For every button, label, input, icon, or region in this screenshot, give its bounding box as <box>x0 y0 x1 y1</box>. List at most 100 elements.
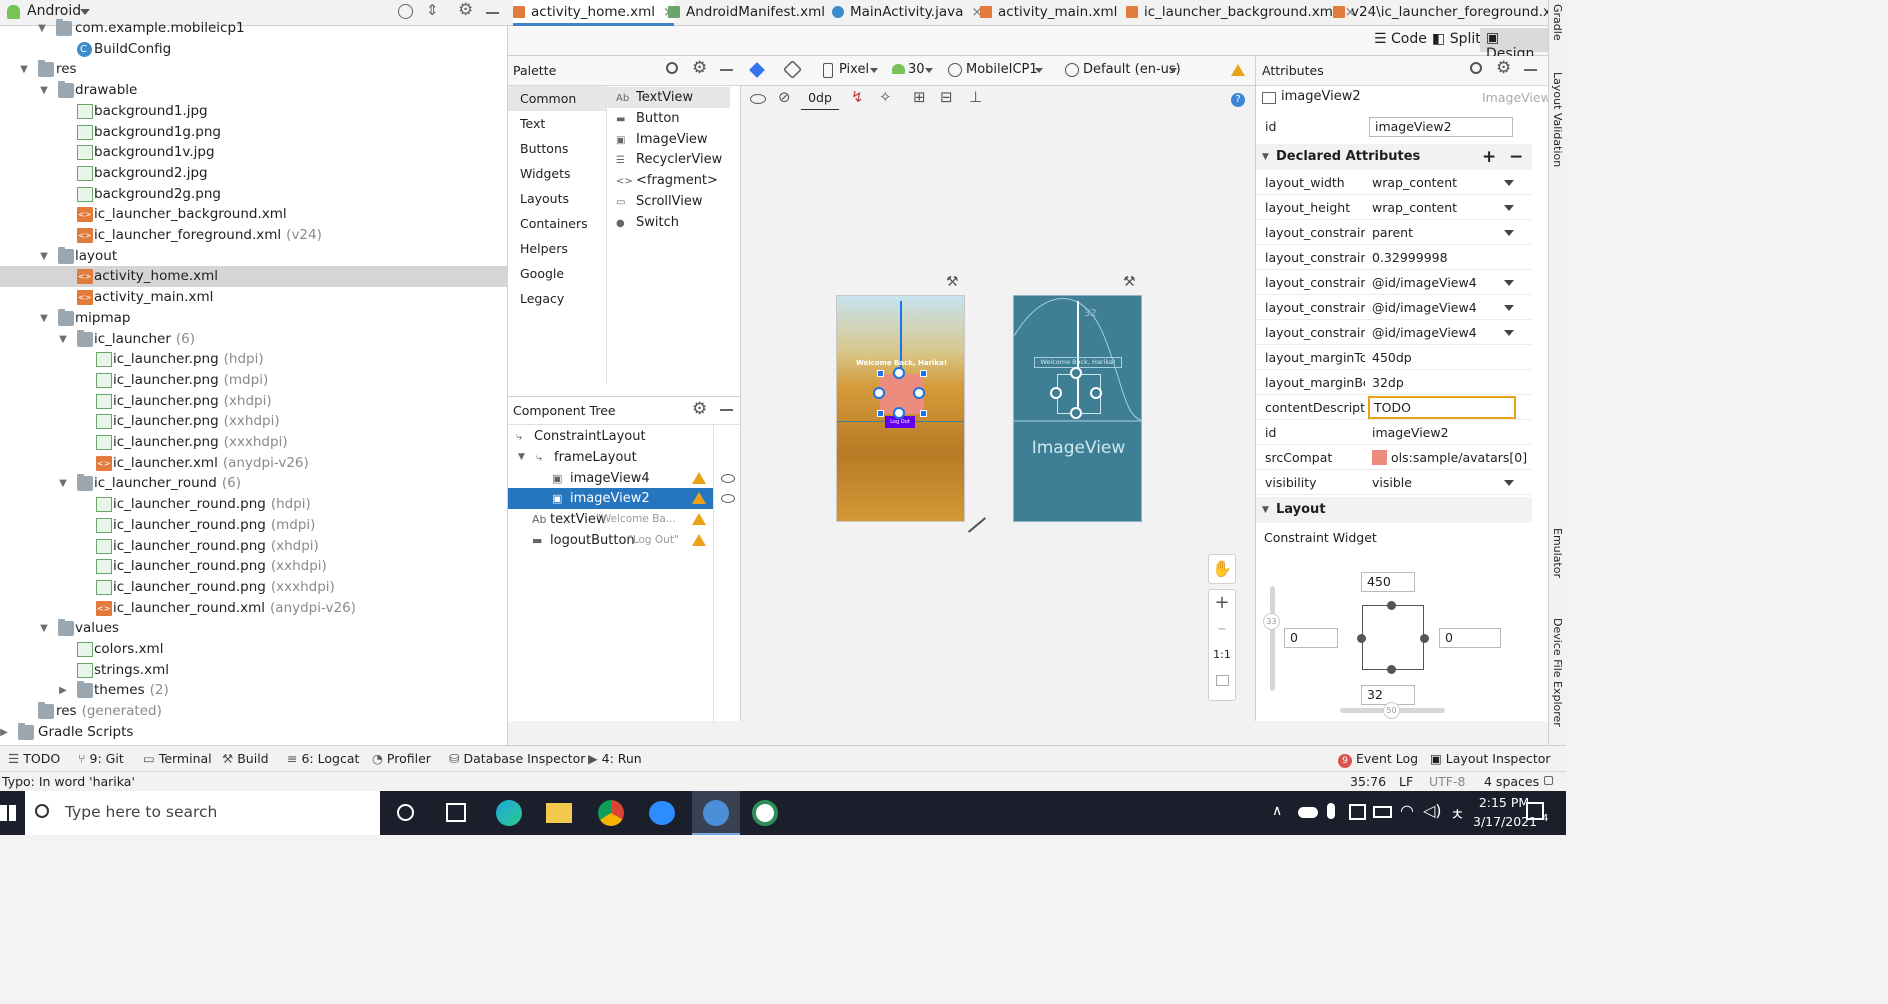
design-mode-button[interactable]: ▣ Design <box>1480 28 1548 62</box>
attribute-value[interactable]: TODO <box>1368 396 1516 419</box>
guidelines-icon[interactable]: ⊥ <box>969 88 982 106</box>
cortana-icon[interactable] <box>397 804 414 821</box>
tree-item[interactable]: ic_launcher.png (xhdpi) <box>0 391 508 412</box>
design-canvas[interactable]: ⊘ 0dp ↯ ✧ ⊞ ⊟ ⊥ ? ⚒ 32 Welcome Back, Har… <box>741 86 1255 721</box>
gear-icon[interactable]: ⚙ <box>692 58 707 78</box>
volume-icon[interactable]: ◁) <box>1423 801 1442 820</box>
gear-icon[interactable]: ⚙ <box>692 399 707 419</box>
palette-item[interactable]: ▭ ScrollView <box>616 191 703 212</box>
design-preview[interactable]: 32 Welcome Back, Harika! Log Out <box>836 295 965 522</box>
attribute-value[interactable]: ols:sample/avatars[0] <box>1391 445 1536 470</box>
editor-tab[interactable]: ic_launcher_background.xml × <box>1126 0 1356 26</box>
zoom-fit-icon[interactable] <box>1216 675 1229 686</box>
palette-category[interactable]: Google <box>508 261 606 286</box>
warning-icon[interactable] <box>692 534 706 546</box>
collapse-all-icon[interactable]: ⇕ <box>426 1 439 19</box>
tree-item[interactable]: colors.xml <box>0 639 508 660</box>
editor-tab[interactable]: v24\ic_launcher_foreground.xr⌄ <box>1333 0 1576 26</box>
help-icon[interactable]: ? <box>1231 93 1245 107</box>
attribute-row[interactable]: layout_constraint... @id/imageView4 <box>1256 270 1532 295</box>
tree-item[interactable]: strings.xml <box>0 660 508 681</box>
wrench-icon[interactable]: ⚒ <box>946 274 959 290</box>
bottom-tool-button[interactable]: ▭ Terminal <box>143 746 212 772</box>
warning-icon[interactable] <box>692 492 706 505</box>
battery-icon[interactable] <box>1373 806 1392 818</box>
attribute-value[interactable]: parent <box>1372 220 1517 245</box>
chevron-up-icon[interactable]: ∧ <box>1272 803 1282 819</box>
attribute-value[interactable]: imageView2 <box>1372 420 1517 445</box>
device-file-explorer-tool-button[interactable]: Device File Explorer <box>1551 618 1564 727</box>
bottom-tool-button[interactable]: ⛁ Database Inspector <box>449 746 585 772</box>
bottom-tool-button[interactable]: ⚒ Build <box>222 746 269 772</box>
palette-item[interactable]: ☰ RecyclerView <box>616 149 722 170</box>
palette-item[interactable]: ▬ Button <box>616 108 680 129</box>
orientation-icon[interactable] <box>782 59 803 80</box>
palette-category[interactable]: Layouts <box>508 186 606 211</box>
remove-attribute-icon[interactable]: − <box>1509 144 1523 170</box>
minimize-icon[interactable] <box>1524 69 1537 71</box>
vertical-bias-value[interactable]: 33 <box>1263 613 1280 630</box>
constraint-dot-bottom[interactable] <box>1387 665 1396 674</box>
bottom-tool-button[interactable]: ◔ Profiler <box>372 746 431 772</box>
onedrive-icon[interactable] <box>1298 807 1318 818</box>
chevron-down-icon[interactable] <box>80 9 90 15</box>
ime-icon[interactable]: ㅊ <box>1450 801 1465 825</box>
editor-tab[interactable]: AndroidManifest.xml× <box>668 0 844 26</box>
component-tree-node[interactable]: ▼ ⤷ frameLayout <box>508 447 713 468</box>
attribute-value[interactable]: wrap_content <box>1372 170 1517 195</box>
palette-category[interactable]: Containers <box>508 211 606 236</box>
tree-item[interactable]: ic_launcher.png (xxhdpi) <box>0 411 508 432</box>
tree-item[interactable]: ▼ drawable <box>0 80 508 101</box>
constraint-handle-right[interactable] <box>1090 387 1102 399</box>
pan-tool-icon[interactable]: ✋ <box>1208 554 1236 584</box>
tree-item[interactable]: ic_launcher_round.png (xxhdpi) <box>0 556 508 577</box>
screen-icon[interactable] <box>1349 804 1366 820</box>
constraint-handle-bottom[interactable] <box>893 407 905 419</box>
expand-arrow-icon[interactable]: ▼ <box>18 59 30 80</box>
declared-attributes-header[interactable]: ▼ Declared Attributes + − <box>1256 144 1532 170</box>
tree-item[interactable]: ic_launcher_round.png (xxxhdpi) <box>0 577 508 598</box>
tree-item[interactable]: ▶ themes (2) <box>0 680 508 701</box>
bottom-tool-button[interactable]: ≡ 6: Logcat <box>287 746 359 772</box>
tree-item[interactable]: ▼ layout <box>0 246 508 267</box>
tree-item[interactable]: background1.jpg <box>0 101 508 122</box>
palette-category[interactable]: Legacy <box>508 286 606 311</box>
palette-category[interactable]: Text <box>508 111 606 136</box>
tree-item[interactable]: ic_launcher.png (xxxhdpi) <box>0 432 508 453</box>
horizontal-bias-value[interactable]: 50 <box>1383 702 1400 719</box>
infer-constraints-icon[interactable]: ✧ <box>879 88 892 106</box>
attribute-value[interactable]: wrap_content <box>1372 195 1517 220</box>
attribute-value[interactable]: 450dp <box>1372 345 1517 370</box>
attribute-row[interactable]: layout_constraint... @id/imageView4 <box>1256 295 1532 320</box>
constraint-handle-top[interactable] <box>893 367 905 379</box>
attribute-row[interactable]: layout_constraint... parent <box>1256 220 1532 245</box>
blueprint-preview[interactable]: 32 Welcome Back, Harika! ImageView <box>1013 295 1142 522</box>
palette-category[interactable]: Widgets <box>508 161 606 186</box>
chevron-down-icon[interactable] <box>1504 330 1514 336</box>
constraint-handle-left[interactable] <box>873 387 885 399</box>
code-mode-button[interactable]: ☰ Code <box>1374 31 1427 47</box>
resize-handle[interactable] <box>877 410 884 417</box>
tree-item[interactable]: BuildConfig <box>0 39 508 60</box>
gear-icon[interactable]: ⚙ <box>1496 58 1511 78</box>
resize-handle[interactable] <box>877 370 884 377</box>
chrome-icon[interactable] <box>598 800 624 826</box>
chevron-down-icon[interactable] <box>1169 68 1177 73</box>
chevron-down-icon[interactable] <box>925 68 933 73</box>
attribute-row[interactable]: layout_marginTop 450dp <box>1256 345 1532 370</box>
attribute-value[interactable]: 32dp <box>1372 370 1517 395</box>
layers-icon[interactable] <box>749 62 765 78</box>
expand-arrow-icon[interactable]: ▼ <box>38 618 50 639</box>
vertical-bias-slider[interactable] <box>1270 586 1275 691</box>
taskbar-search-box[interactable]: Type here to search <box>25 791 380 835</box>
component-tree-node[interactable]: ▬ logoutButton "Log Out" <box>508 530 713 551</box>
id-field[interactable]: imageView2 <box>1369 117 1513 137</box>
attribute-value[interactable]: @id/imageView4 <box>1372 320 1517 345</box>
component-tree-node[interactable]: ▣ imageView4 <box>508 468 713 489</box>
eye-icon[interactable] <box>721 473 735 483</box>
expand-arrow-icon[interactable]: ▼ <box>518 447 525 468</box>
task-view-icon[interactable] <box>446 803 466 822</box>
file-encoding[interactable]: UTF-8 <box>1429 772 1465 791</box>
search-icon[interactable] <box>666 62 678 74</box>
attribute-row[interactable]: visibility visible <box>1256 470 1532 495</box>
